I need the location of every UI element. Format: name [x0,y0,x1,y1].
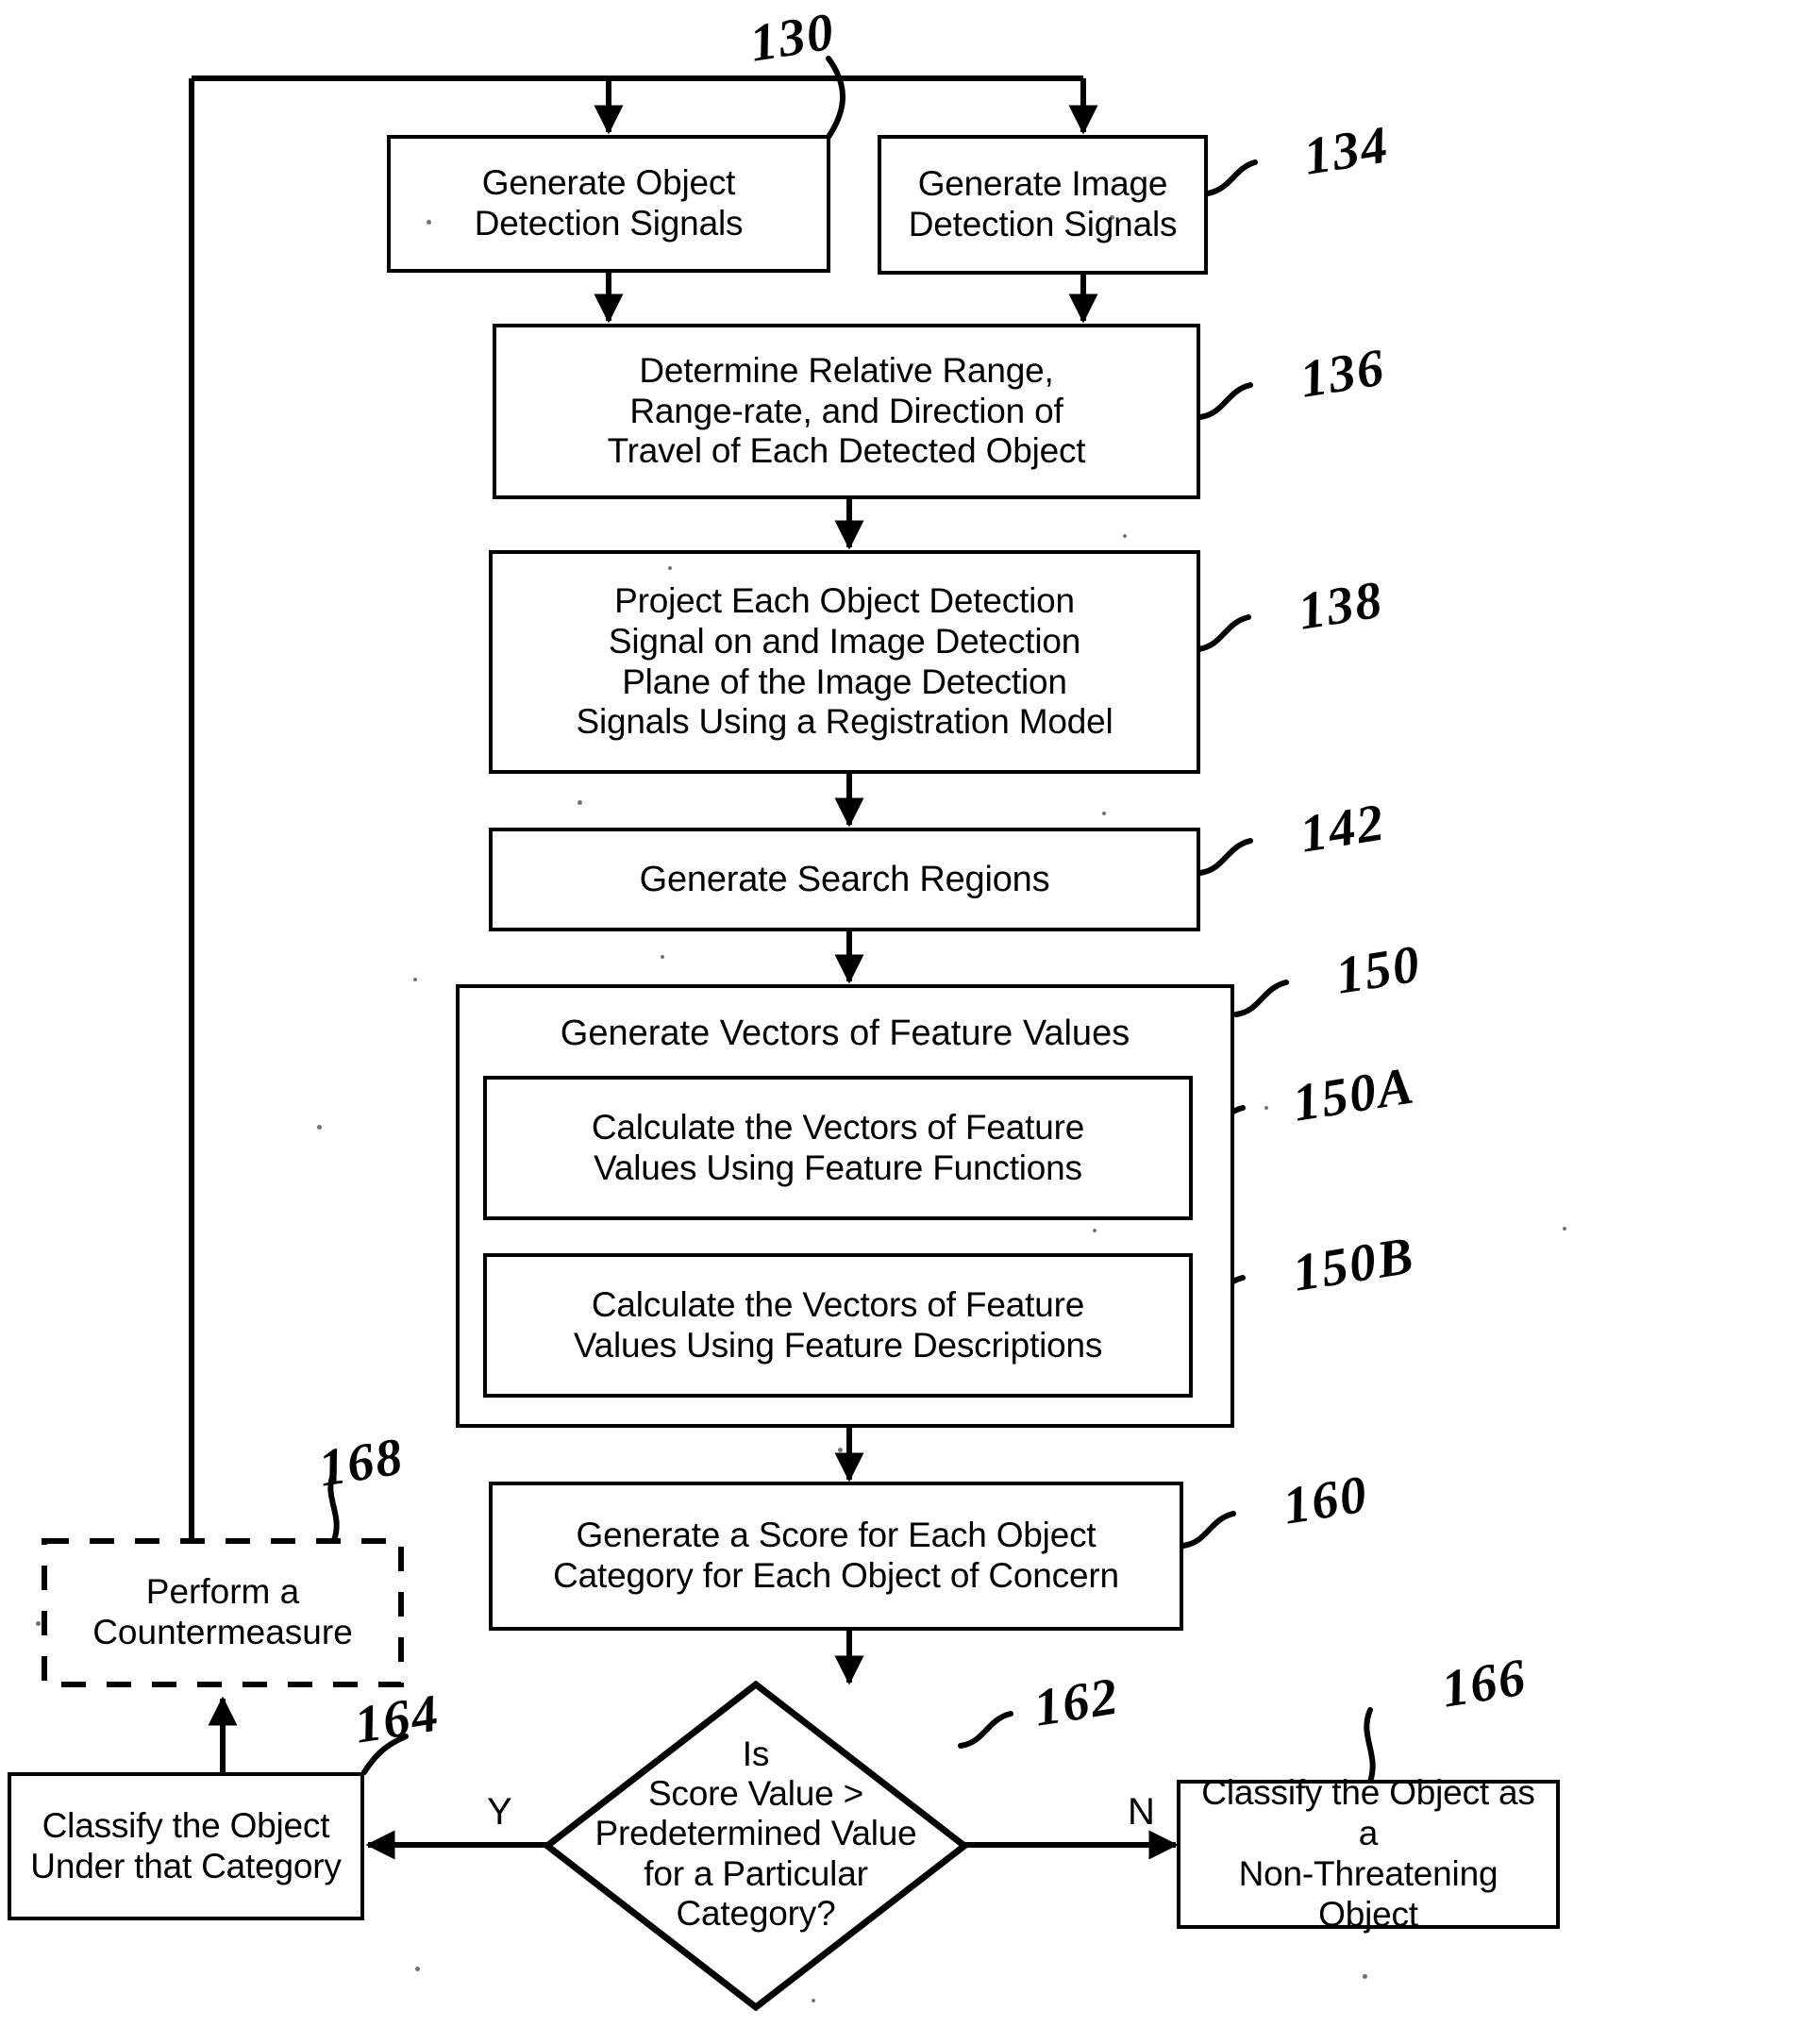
node-calculate-vectors-feature-functions[interactable]: Calculate the Vectors of Feature Values … [483,1076,1193,1220]
leader-166 [1364,1707,1376,1784]
node-perform-countermeasure[interactable]: Perform a Countermeasure [44,1541,401,1684]
scan-speck [668,566,672,570]
scan-speck [427,220,431,225]
node-label: Calculate the Vectors of Feature Values … [591,1107,1085,1187]
node-label: Classify the Object Under that Category [30,1805,342,1885]
branch-label-no: N [1128,1791,1155,1833]
node-calculate-vectors-feature-descriptions[interactable]: Calculate the Vectors of Feature Values … [483,1253,1193,1398]
scan-speck [578,800,582,805]
leader-160 [1180,1511,1236,1549]
scan-speck [1363,1974,1367,1979]
leader-130 [826,56,845,140]
scan-speck [415,1967,420,1971]
scan-speck [1123,534,1127,538]
decision-label: Is Score Value > Predetermined Value for… [594,1734,917,1933]
scan-speck [661,955,664,959]
node-label: Classify the Object as a Non-Threatening… [1201,1773,1535,1934]
node-project-object-detection-signal[interactable]: Project Each Object Detection Signal on … [489,550,1200,774]
scan-speck [1093,1229,1097,1232]
leader-138 [1196,614,1251,652]
node-determine-relative-range[interactable]: Determine Relative Range, Range-rate, an… [493,324,1200,499]
scan-speck [1264,1106,1268,1110]
scan-speck [413,978,417,981]
node-label: Generate a Score for Each Object Categor… [553,1516,1119,1595]
scan-speck [1110,215,1114,220]
scan-speck [812,1999,815,2002]
node-label: Generate Image Detection Signals [908,164,1178,243]
scan-speck [838,1448,843,1452]
leader-142 [1197,838,1253,876]
leader-136 [1197,382,1253,420]
node-generate-image-detection-signals[interactable]: Generate Image Detection Signals [878,135,1208,275]
patent-flowchart-figure: Generate Object Detection Signals Genera… [0,0,1808,2044]
node-classify-object-non-threatening[interactable]: Classify the Object as a Non-Threatening… [1177,1773,1560,1934]
node-label: Perform a Countermeasure [92,1572,353,1651]
node-generate-object-detection-signals[interactable]: Generate Object Detection Signals [387,135,830,273]
scan-speck [1102,812,1106,815]
node-generate-score-for-each-object-category[interactable]: Generate a Score for Each Object Categor… [489,1482,1183,1631]
node-label: Project Each Object Detection Signal on … [576,580,1113,742]
scan-speck [317,1125,322,1130]
node-classify-object-under-category[interactable]: Classify the Object Under that Category [8,1772,364,1920]
node-label: Calculate the Vectors of Feature Values … [573,1284,1103,1365]
branch-label-yes: Y [487,1791,512,1833]
node-label: Generate Search Regions [639,859,1050,899]
node-generate-search-regions[interactable]: Generate Search Regions [489,828,1200,931]
feedback-left-riser [189,78,223,1617]
leader-150 [1233,980,1289,1017]
scan-speck [1563,1227,1566,1231]
node-label: Determine Relative Range, Range-rate, an… [607,350,1086,471]
scan-speck [36,1621,41,1626]
node-label: Generate Object Detection Signals [474,163,744,243]
group-title: Generate Vectors of Feature Values [560,1014,1130,1053]
leader-134 [1205,159,1258,196]
